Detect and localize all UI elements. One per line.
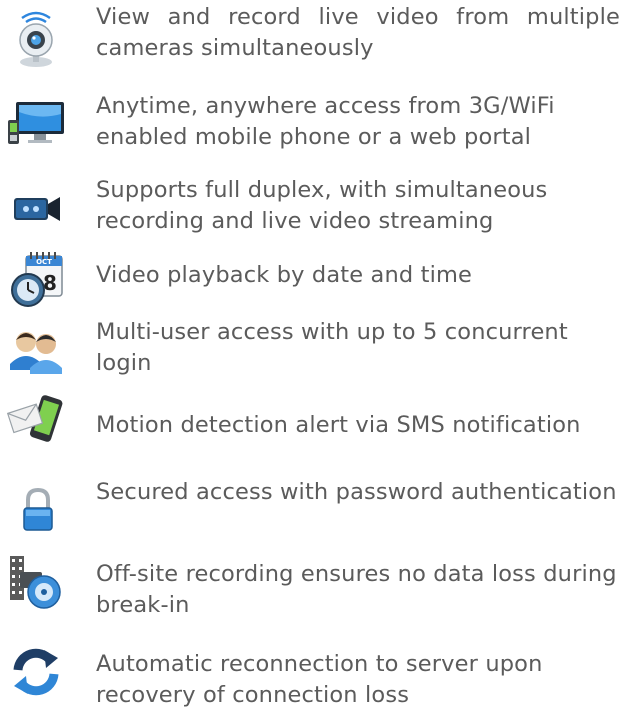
feature-text: Supports full duplex, with simultaneous … — [96, 177, 548, 234]
webcam-icon — [4, 6, 68, 70]
feature-text: Off-site recording ensures no data loss … — [96, 561, 617, 618]
svg-text:8: 8 — [43, 271, 57, 295]
feature-text: Anytime, anywhere access from 3G/WiFi en… — [96, 93, 555, 150]
feature-text: Multi-user access with up to 5 concurren… — [96, 319, 568, 376]
feature-text: Secured access with password authenticat… — [96, 479, 617, 505]
feature-text: Motion detection alert via SMS notificat… — [96, 412, 581, 438]
calendar-clock-icon: OCT 8 — [4, 246, 68, 310]
feature-text: Video playback by date and time — [96, 262, 473, 288]
feature-text: Automatic reconnection to server upon re… — [96, 651, 543, 708]
sms-phone-icon — [4, 390, 68, 454]
offsite-recording-icon — [4, 548, 68, 612]
feature-text: View and record live video from multiple… — [96, 4, 620, 61]
svg-text:OCT: OCT — [36, 258, 52, 266]
computer-phone-icon — [4, 90, 68, 154]
padlock-icon — [4, 478, 68, 542]
users-icon — [4, 318, 68, 382]
reconnect-icon — [4, 640, 68, 704]
video-camera-icon — [4, 176, 68, 240]
